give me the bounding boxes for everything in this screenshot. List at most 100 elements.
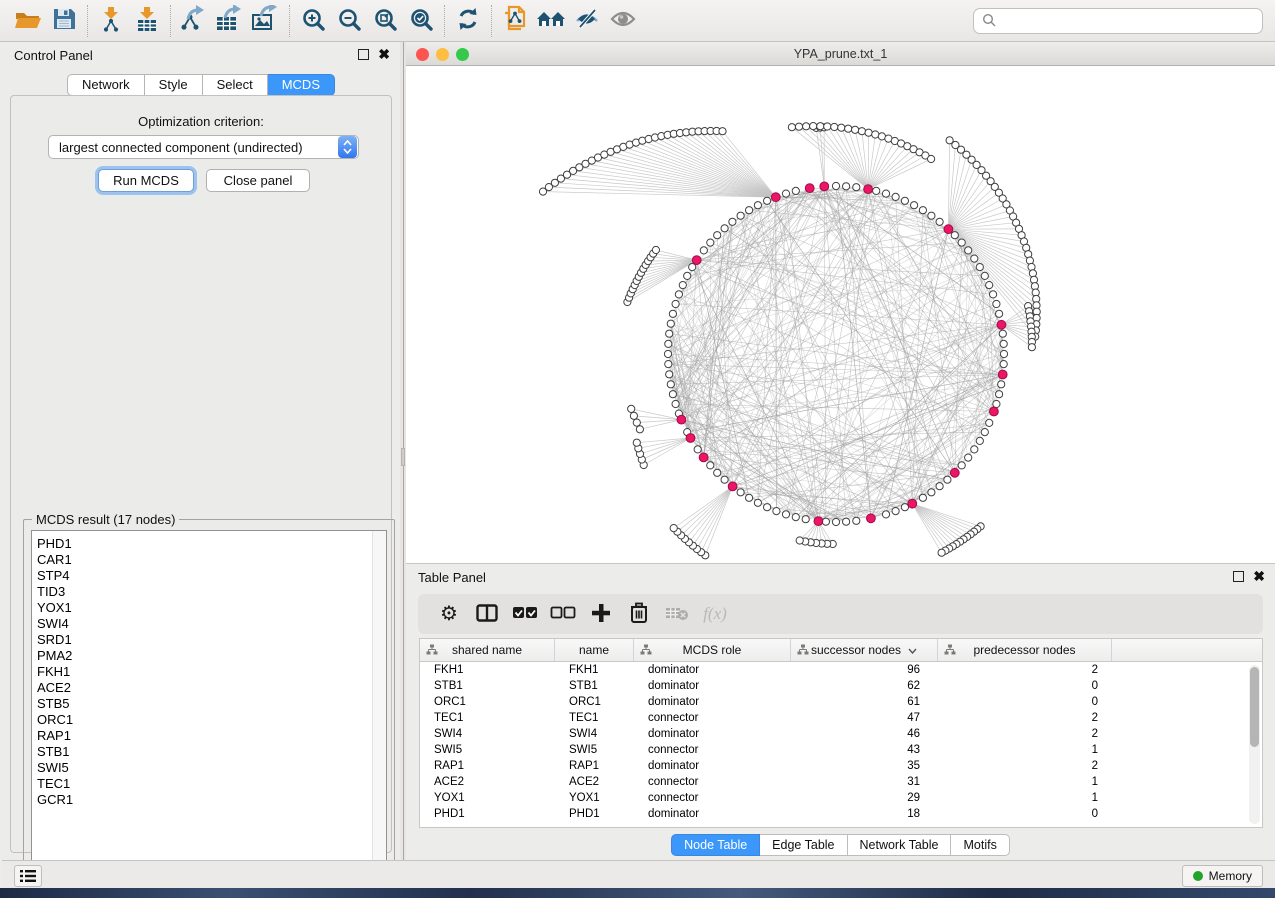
column-header-successor-nodes[interactable]: successor nodes: [791, 639, 938, 661]
mcds-result-item[interactable]: SRD1: [32, 632, 386, 648]
zoom-out-button[interactable]: [331, 5, 367, 37]
zoom-out-icon: [337, 7, 361, 34]
column-header-MCDS-role[interactable]: MCDS role: [634, 639, 791, 661]
settings-button[interactable]: ⚙: [430, 597, 468, 631]
mcds-result-list[interactable]: PHD1CAR1STP4TID3YOX1SWI4SRD1PMA2FKH1ACE2…: [31, 530, 387, 883]
export-table-icon: [215, 5, 245, 36]
import-network-button[interactable]: [93, 5, 129, 37]
table-row[interactable]: RAP1RAP1dominator352: [420, 758, 1262, 774]
mcds-result-item[interactable]: STB1: [32, 744, 386, 760]
mcds-result-item[interactable]: CAR1: [32, 552, 386, 568]
column-header-name[interactable]: name: [555, 639, 634, 661]
mcds-result-item[interactable]: RAP1: [32, 728, 386, 744]
table-row[interactable]: PHD1PHD1dominator180: [420, 806, 1262, 822]
zoom-in-button[interactable]: [295, 5, 331, 37]
mcds-result-item[interactable]: PMA2: [32, 648, 386, 664]
table-cell: connector: [634, 776, 791, 788]
mcds-result-item[interactable]: STP4: [32, 568, 386, 584]
tab-node-table[interactable]: Node Table: [671, 834, 760, 856]
table-row[interactable]: SWI4SWI4dominator462: [420, 726, 1262, 742]
create-column-button[interactable]: [582, 597, 620, 631]
result-list-scrollbar[interactable]: [372, 531, 386, 882]
refresh-button[interactable]: [450, 5, 486, 37]
export-network-button[interactable]: [176, 5, 212, 37]
mcds-result-item[interactable]: GCR1: [32, 792, 386, 808]
mcds-result-item[interactable]: PHD1: [32, 536, 386, 552]
control-panel-tabs: NetworkStyleSelectMCDS: [2, 74, 400, 96]
table-cell: YOX1: [420, 792, 555, 804]
export-table-button[interactable]: [212, 5, 248, 37]
hide-selected-button[interactable]: [569, 5, 605, 37]
table-cell: connector: [634, 792, 791, 804]
mcds-result-item[interactable]: YOX1: [32, 600, 386, 616]
node-table: shared namenameMCDS rolesuccessor nodesp…: [419, 638, 1263, 828]
table-cell: 2: [938, 728, 1112, 740]
tab-mcds[interactable]: MCDS: [268, 74, 335, 96]
table-row[interactable]: TEC1TEC1connector472: [420, 710, 1262, 726]
float-table-panel-icon[interactable]: [1233, 571, 1244, 582]
tab-network-table[interactable]: Network Table: [848, 834, 952, 856]
show-columns-button[interactable]: [468, 597, 506, 631]
network-from-selection-button[interactable]: [497, 5, 533, 37]
float-panel-icon[interactable]: [358, 49, 369, 60]
table-header-row: shared namenameMCDS rolesuccessor nodesp…: [420, 639, 1262, 662]
tab-select[interactable]: Select: [203, 74, 268, 96]
zoom-selected-button[interactable]: [403, 5, 439, 37]
splitter-handle[interactable]: [401, 448, 405, 466]
close-table-panel-icon[interactable]: ✖: [1253, 570, 1265, 583]
table-cell: dominator: [634, 728, 791, 740]
mcds-result-item[interactable]: ORC1: [32, 712, 386, 728]
import-table-button[interactable]: [129, 5, 165, 37]
column-header-shared-name[interactable]: shared name: [420, 639, 555, 661]
network-window-titlebar[interactable]: YPA_prune.txt_1: [406, 42, 1275, 66]
table-row[interactable]: STB1STB1dominator620: [420, 678, 1262, 694]
open-file-button[interactable]: [10, 5, 46, 37]
table-cell: 31: [791, 776, 938, 788]
table-row[interactable]: ORC1ORC1dominator610: [420, 694, 1262, 710]
table-row[interactable]: FKH1FKH1dominator962: [420, 662, 1262, 678]
tab-style[interactable]: Style: [145, 74, 203, 96]
table-cell: connector: [634, 712, 791, 724]
table-cell: STB1: [420, 680, 555, 692]
search-box[interactable]: [973, 8, 1263, 34]
export-image-button[interactable]: [248, 5, 284, 37]
zoom-fit-button[interactable]: [367, 5, 403, 37]
run-mcds-button[interactable]: Run MCDS: [98, 169, 194, 192]
tab-edge-table[interactable]: Edge Table: [760, 834, 847, 856]
mcds-result-item[interactable]: FKH1: [32, 664, 386, 680]
network-canvas[interactable]: [406, 66, 1275, 563]
mcds-result-item[interactable]: SWI5: [32, 760, 386, 776]
status-list-button[interactable]: [14, 865, 42, 887]
tab-motifs[interactable]: Motifs: [951, 834, 1009, 856]
criterion-dropdown[interactable]: largest connected component (undirected): [48, 135, 359, 159]
tree-column-icon: [797, 644, 809, 658]
table-cell: dominator: [634, 664, 791, 676]
delete-columns-button[interactable]: [620, 597, 658, 631]
table-row[interactable]: SWI5SWI5connector431: [420, 742, 1262, 758]
first-neighbors-button[interactable]: [533, 5, 569, 37]
close-panel-button[interactable]: Close panel: [206, 169, 310, 192]
mcds-result-item[interactable]: TID3: [32, 584, 386, 600]
close-panel-icon[interactable]: ✖: [378, 48, 390, 61]
search-icon: [982, 13, 997, 28]
tab-network[interactable]: Network: [67, 74, 145, 96]
table-row[interactable]: YOX1YOX1connector291: [420, 790, 1262, 806]
show-all-button[interactable]: [605, 5, 641, 37]
column-header-predecessor-nodes[interactable]: predecessor nodes: [938, 639, 1112, 661]
mcds-result-item[interactable]: TEC1: [32, 776, 386, 792]
mcds-result-item[interactable]: SWI4: [32, 616, 386, 632]
main-toolbar: [0, 0, 1275, 42]
table-scrollbar[interactable]: [1249, 665, 1260, 824]
select-all-button[interactable]: [506, 597, 544, 631]
table-cell: 96: [791, 664, 938, 676]
mcds-result-item[interactable]: ACE2: [32, 680, 386, 696]
first-neighbors-icon: [536, 7, 566, 34]
network-from-selection-icon: [502, 5, 528, 36]
memory-button[interactable]: Memory: [1182, 865, 1263, 887]
mcds-result-item[interactable]: STB5: [32, 696, 386, 712]
deselect-all-button[interactable]: [544, 597, 582, 631]
table-row[interactable]: ACE2ACE2connector311: [420, 774, 1262, 790]
search-input[interactable]: [997, 13, 1254, 28]
table-scrollbar-thumb[interactable]: [1250, 667, 1259, 747]
save-session-button[interactable]: [46, 5, 82, 37]
